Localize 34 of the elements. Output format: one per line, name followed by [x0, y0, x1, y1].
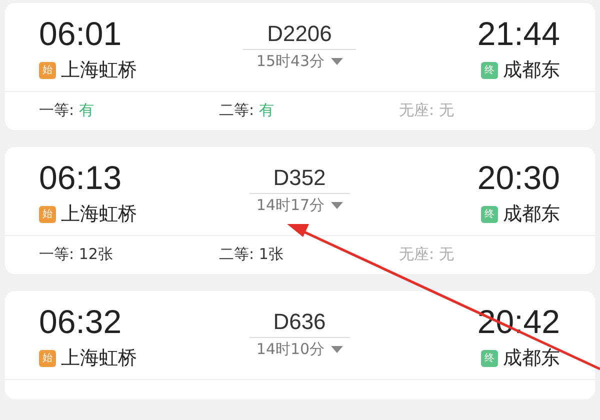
origin-badge: 始 — [39, 62, 56, 78]
seat-availability: 一等: 12张 — [39, 245, 114, 264]
departure-time: 06:13 — [39, 159, 123, 197]
dropdown-icon[interactable] — [330, 346, 343, 354]
train-card[interactable]: 06:13 始 上海虹桥 D352 14时17分 20:30 终 成都东 一等: 12张 二等: 1张 无座: 无 — [5, 147, 595, 274]
train-card[interactable]: 06:01 始 上海虹桥 D2206 15时43分 21:44 终 成都东 一等: 有 二等: 有 无座: 无 — [5, 3, 595, 130]
travel-duration: 14时10分 — [256, 340, 325, 359]
departure-time: 06:32 — [39, 303, 123, 341]
origin-station: 上海虹桥 — [61, 202, 137, 227]
destination-badge: 终 — [481, 62, 498, 78]
seat-availability: 二等: 1张 — [219, 245, 284, 264]
train-number: D636 — [249, 309, 350, 338]
destination-station: 成都东 — [503, 58, 560, 83]
train-number: D352 — [249, 165, 350, 194]
seat-availability: 无座: 无 — [399, 245, 455, 264]
origin-station: 上海虹桥 — [61, 346, 137, 371]
travel-duration: 15时43分 — [256, 52, 325, 71]
destination-station: 成都东 — [503, 202, 560, 227]
destination-badge: 终 — [481, 206, 498, 222]
arrival-time: 21:44 — [477, 15, 560, 53]
departure-time: 06:01 — [39, 15, 123, 53]
travel-duration: 14时17分 — [256, 196, 325, 215]
dropdown-icon[interactable] — [330, 58, 343, 66]
destination-badge: 终 — [481, 350, 498, 366]
origin-badge: 始 — [39, 350, 56, 366]
train-number: D2206 — [243, 21, 356, 50]
arrival-time: 20:30 — [477, 159, 560, 197]
dropdown-icon[interactable] — [330, 202, 343, 210]
seat-availability: 无座: 无 — [399, 101, 455, 120]
seat-availability: 一等: 有 — [39, 101, 95, 120]
origin-badge: 始 — [39, 206, 56, 222]
seat-availability: 二等: 有 — [219, 101, 275, 120]
destination-station: 成都东 — [503, 346, 560, 371]
origin-station: 上海虹桥 — [61, 58, 137, 83]
